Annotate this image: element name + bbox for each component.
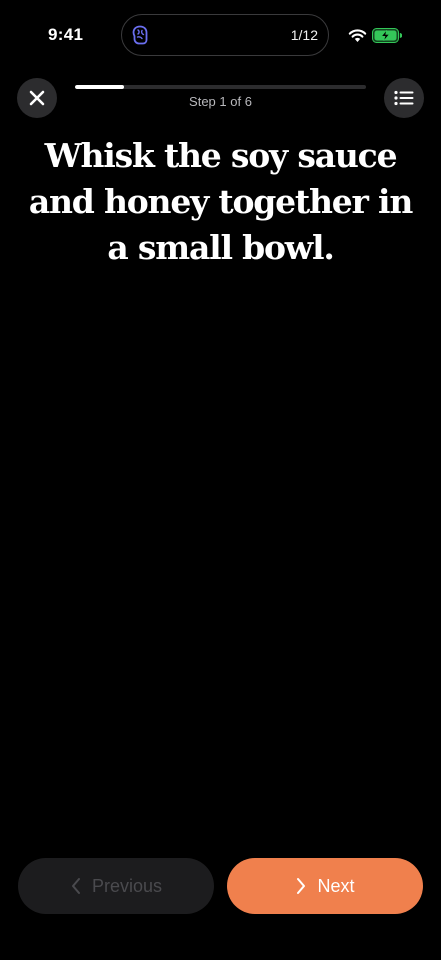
chevron-left-icon bbox=[71, 878, 80, 894]
brain-icon bbox=[132, 25, 148, 45]
island-counter: 1/12 bbox=[290, 27, 318, 43]
status-time: 9:41 bbox=[48, 25, 84, 44]
step-progress-bar bbox=[75, 85, 366, 89]
battery-charging-icon bbox=[372, 28, 402, 43]
next-button[interactable]: Next bbox=[227, 858, 423, 914]
previous-label: Previous bbox=[91, 875, 163, 896]
steps-list-button[interactable] bbox=[384, 78, 424, 118]
list-icon bbox=[394, 90, 414, 106]
step-instruction: Whisk the soy sauce and honey together i… bbox=[28, 136, 414, 267]
step-progress-fill bbox=[75, 85, 124, 89]
chevron-right-icon bbox=[297, 878, 306, 894]
next-label: Next bbox=[317, 875, 355, 896]
previous-button[interactable]: Previous bbox=[18, 858, 214, 914]
status-bar: 9:41 1/12 bbox=[0, 0, 441, 60]
close-icon bbox=[29, 90, 45, 106]
wifi-icon bbox=[348, 29, 367, 42]
close-button[interactable] bbox=[17, 78, 57, 118]
dynamic-island[interactable]: 1/12 bbox=[121, 14, 329, 56]
step-label: Step 1 of 6 bbox=[189, 94, 252, 109]
